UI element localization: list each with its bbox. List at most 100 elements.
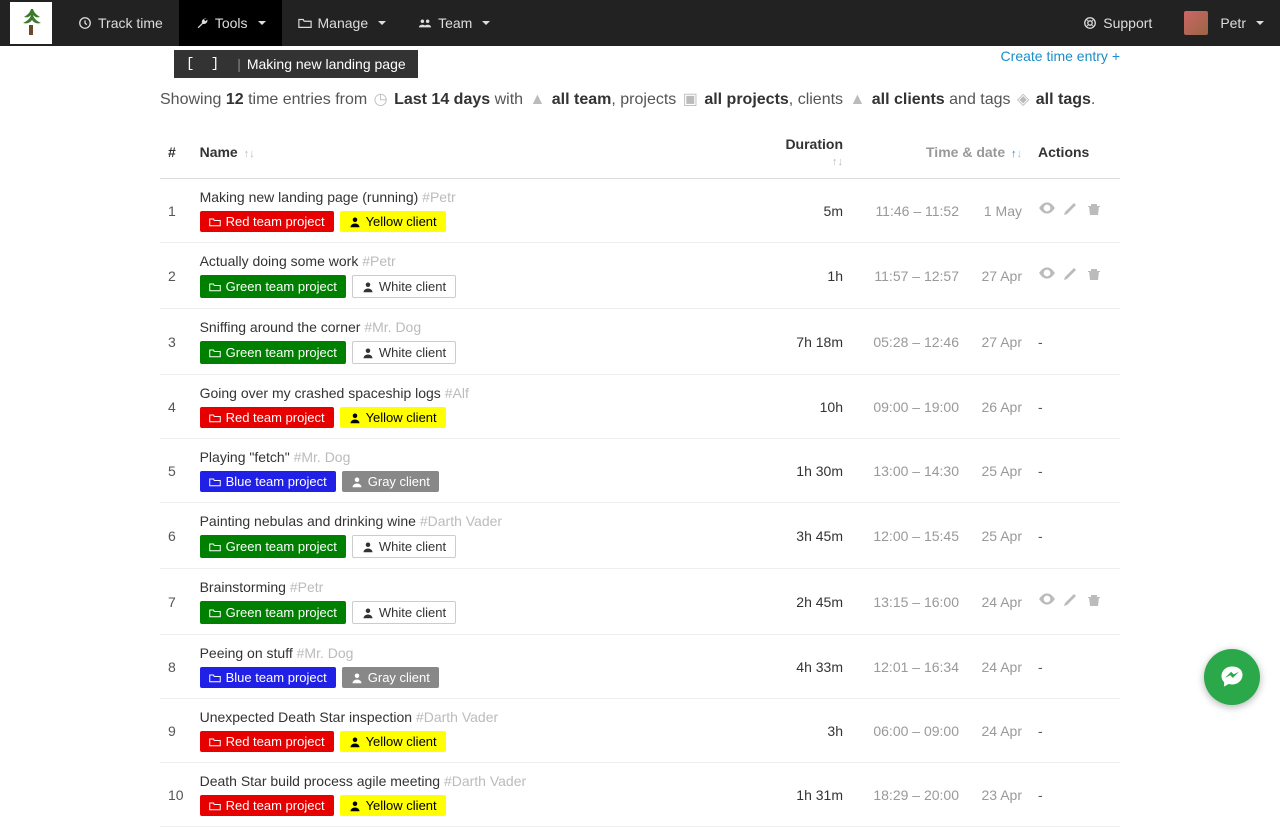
table-row: 8 Peeing on stuff #Mr. Dog Blue team pro… <box>160 635 1120 699</box>
row-timedate: 13:00 – 14:3025 Apr <box>851 439 1030 503</box>
row-timedate: 09:00 – 19:0026 Apr <box>851 375 1030 439</box>
project-badge[interactable]: Red team project <box>200 731 334 752</box>
time-entries-table: # Name ↑↓ Duration ↑↓ Time & date ↑↓ Act… <box>160 126 1120 827</box>
filter-summary: Showing 12 time entries from ◷ Last 14 d… <box>160 78 1120 126</box>
col-duration[interactable]: Duration ↑↓ <box>761 126 851 179</box>
row-duration: 2h 45m <box>761 569 851 635</box>
entry-title[interactable]: Peeing on stuff #Mr. Dog <box>200 645 753 661</box>
row-timedate: 18:29 – 20:0023 Apr <box>851 763 1030 827</box>
filter-clients[interactable]: all clients <box>872 91 945 108</box>
col-timedate[interactable]: Time & date ↑↓ <box>851 126 1030 179</box>
no-actions: - <box>1038 528 1043 544</box>
entry-title[interactable]: Going over my crashed spaceship logs #Al… <box>200 385 753 401</box>
row-index: 7 <box>160 569 192 635</box>
project-badge[interactable]: Red team project <box>200 795 334 816</box>
nav-support[interactable]: Support <box>1067 0 1168 46</box>
entry-assignee: #Darth Vader <box>444 773 526 789</box>
table-row: 4 Going over my crashed spaceship logs #… <box>160 375 1120 439</box>
nav-manage[interactable]: Manage <box>282 0 403 46</box>
chat-widget[interactable] <box>1204 649 1260 705</box>
client-badge[interactable]: White client <box>352 341 456 364</box>
nav-team[interactable]: Team <box>402 0 506 46</box>
filter-team[interactable]: all team <box>552 91 612 108</box>
no-actions: - <box>1038 659 1043 675</box>
entry-title[interactable]: Brainstorming #Petr <box>200 579 753 595</box>
avatar <box>1184 11 1208 35</box>
delete-icon[interactable] <box>1086 266 1106 287</box>
nav-user-menu[interactable]: Petr <box>1168 0 1280 46</box>
col-name[interactable]: Name ↑↓ <box>192 126 761 179</box>
project-badge[interactable]: Blue team project <box>200 471 336 492</box>
entry-assignee: #Petr <box>422 189 455 205</box>
tag-icon: ◈ <box>1017 91 1029 108</box>
entry-title[interactable]: Making new landing page (running) #Petr <box>200 189 753 205</box>
filter-range[interactable]: Last 14 days <box>394 91 490 108</box>
nav-support-label: Support <box>1103 15 1152 31</box>
row-name: Death Star build process agile meeting #… <box>192 763 761 827</box>
entry-assignee: #Darth Vader <box>416 709 498 725</box>
caret-icon <box>258 21 266 25</box>
view-icon[interactable] <box>1038 590 1058 613</box>
row-index: 6 <box>160 503 192 569</box>
client-badge[interactable]: White client <box>352 275 456 298</box>
client-badge[interactable]: Gray client <box>342 471 439 492</box>
row-timedate: 13:15 – 16:0024 Apr <box>851 569 1030 635</box>
project-badge[interactable]: Green team project <box>200 601 346 624</box>
row-duration: 5m <box>761 179 851 243</box>
create-time-entry[interactable]: Create time entry + <box>1001 46 1120 68</box>
row-duration: 3h <box>761 699 851 763</box>
col-actions: Actions <box>1030 126 1120 179</box>
nav-tools[interactable]: Tools <box>179 0 282 46</box>
filter-projects[interactable]: all projects <box>704 91 788 108</box>
delete-icon[interactable] <box>1086 201 1106 222</box>
sort-icon: ↑↓ <box>1011 148 1022 160</box>
edit-icon[interactable] <box>1062 266 1082 287</box>
row-duration: 7h 18m <box>761 309 851 375</box>
entry-title[interactable]: Playing "fetch" #Mr. Dog <box>200 449 753 465</box>
nav-tools-label: Tools <box>215 15 248 31</box>
view-icon[interactable] <box>1038 264 1058 287</box>
project-badge[interactable]: Blue team project <box>200 667 336 688</box>
row-index: 8 <box>160 635 192 699</box>
project-badge[interactable]: Green team project <box>200 275 346 298</box>
row-duration: 4h 33m <box>761 635 851 699</box>
project-badge[interactable]: Green team project <box>200 341 346 364</box>
client-badge[interactable]: White client <box>352 601 456 624</box>
row-actions: - <box>1030 699 1120 763</box>
row-actions <box>1030 243 1120 309</box>
project-badge[interactable]: Green team project <box>200 535 346 558</box>
row-index: 2 <box>160 243 192 309</box>
client-badge[interactable]: Gray client <box>342 667 439 688</box>
entry-title[interactable]: Unexpected Death Star inspection #Darth … <box>200 709 753 725</box>
client-badge[interactable]: Yellow client <box>340 407 446 428</box>
row-name: Going over my crashed spaceship logs #Al… <box>192 375 761 439</box>
row-timedate: 05:28 – 12:4627 Apr <box>851 309 1030 375</box>
row-index: 3 <box>160 309 192 375</box>
client-badge[interactable]: Yellow client <box>340 731 446 752</box>
entry-title[interactable]: Death Star build process agile meeting #… <box>200 773 753 789</box>
user-name: Petr <box>1220 15 1246 31</box>
filter-tags[interactable]: all tags <box>1036 91 1091 108</box>
entry-title[interactable]: Actually doing some work #Petr <box>200 253 753 269</box>
project-badge[interactable]: Red team project <box>200 211 334 232</box>
row-index: 5 <box>160 439 192 503</box>
brand-logo[interactable] <box>10 2 52 44</box>
project-badge[interactable]: Red team project <box>200 407 334 428</box>
view-icon[interactable] <box>1038 199 1058 222</box>
col-index: # <box>160 126 192 179</box>
nav-track-time[interactable]: Track time <box>62 0 179 46</box>
client-badge[interactable]: Yellow client <box>340 211 446 232</box>
nav-manage-label: Manage <box>318 15 369 31</box>
entry-title[interactable]: Sniffing around the corner #Mr. Dog <box>200 319 753 335</box>
edit-icon[interactable] <box>1062 592 1082 613</box>
row-index: 10 <box>160 763 192 827</box>
entry-title[interactable]: Painting nebulas and drinking wine #Dart… <box>200 513 753 529</box>
client-badge[interactable]: Yellow client <box>340 795 446 816</box>
client-badge[interactable]: White client <box>352 535 456 558</box>
entry-count: 12 <box>226 91 244 108</box>
no-actions: - <box>1038 463 1043 479</box>
table-row: 9 Unexpected Death Star inspection #Dart… <box>160 699 1120 763</box>
edit-icon[interactable] <box>1062 201 1082 222</box>
delete-icon[interactable] <box>1086 592 1106 613</box>
breadcrumb[interactable]: [ ] | Making new landing page <box>174 50 418 78</box>
